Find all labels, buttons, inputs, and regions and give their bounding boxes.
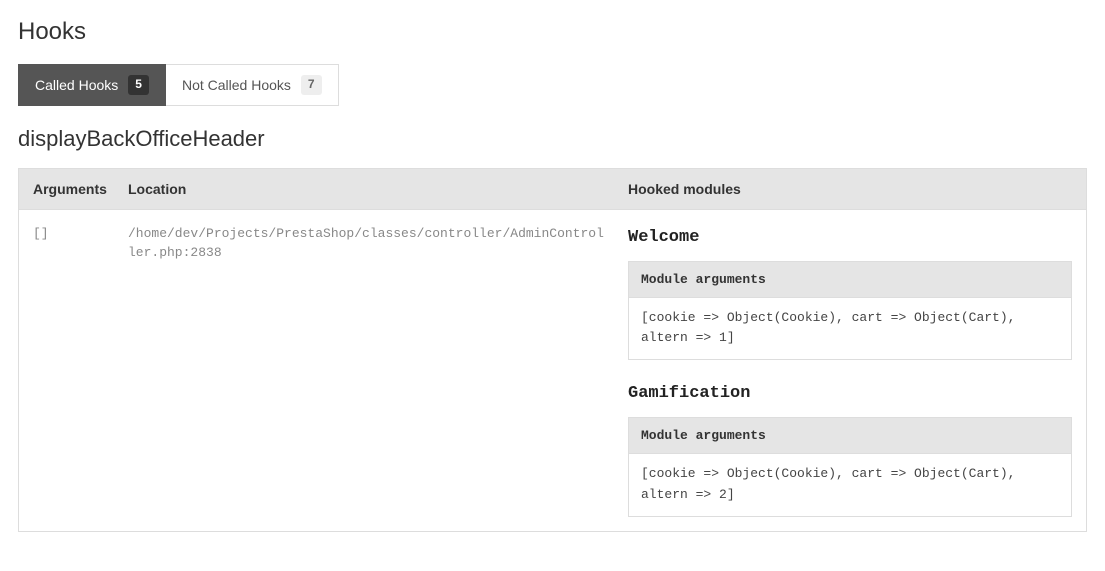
- module-arguments-value: [cookie => Object(Cookie), cart => Objec…: [629, 454, 1071, 516]
- module-arguments-box: Module arguments [cookie => Object(Cooki…: [628, 261, 1072, 361]
- module-arguments-label: Module arguments: [629, 418, 1071, 454]
- table-header: Arguments Location Hooked modules: [19, 169, 1086, 210]
- tabs-container: Called Hooks 5 Not Called Hooks 7: [18, 64, 1087, 106]
- hook-name-heading: displayBackOfficeHeader: [18, 126, 1087, 152]
- arguments-value: []: [33, 226, 49, 241]
- location-value: /home/dev/Projects/PrestaShop/classes/co…: [128, 226, 604, 261]
- header-location: Location: [114, 169, 614, 209]
- module-title: Welcome: [628, 228, 1072, 247]
- module-arguments-value: [cookie => Object(Cookie), cart => Objec…: [629, 298, 1071, 360]
- header-hooked-modules: Hooked modules: [614, 169, 1086, 209]
- module-arguments-box: Module arguments [cookie => Object(Cooki…: [628, 417, 1072, 517]
- tab-badge: 5: [128, 75, 149, 95]
- tab-called-hooks[interactable]: Called Hooks 5: [18, 64, 166, 106]
- header-arguments: Arguments: [19, 169, 114, 209]
- module-title: Gamification: [628, 384, 1072, 403]
- module-block: Welcome Module arguments [cookie => Obje…: [628, 228, 1072, 361]
- module-arguments-label: Module arguments: [629, 262, 1071, 298]
- tab-label: Called Hooks: [35, 77, 118, 93]
- tab-not-called-hooks[interactable]: Not Called Hooks 7: [166, 64, 339, 106]
- tab-label: Not Called Hooks: [182, 77, 291, 93]
- tab-badge: 7: [301, 75, 322, 95]
- module-block: Gamification Module arguments [cookie =>…: [628, 384, 1072, 517]
- hook-details-panel: Arguments Location Hooked modules [] /ho…: [18, 168, 1087, 532]
- page-title: Hooks: [18, 18, 1087, 46]
- table-row: [] /home/dev/Projects/PrestaShop/classes…: [19, 210, 1086, 531]
- hooked-modules-list: Welcome Module arguments [cookie => Obje…: [628, 224, 1072, 517]
